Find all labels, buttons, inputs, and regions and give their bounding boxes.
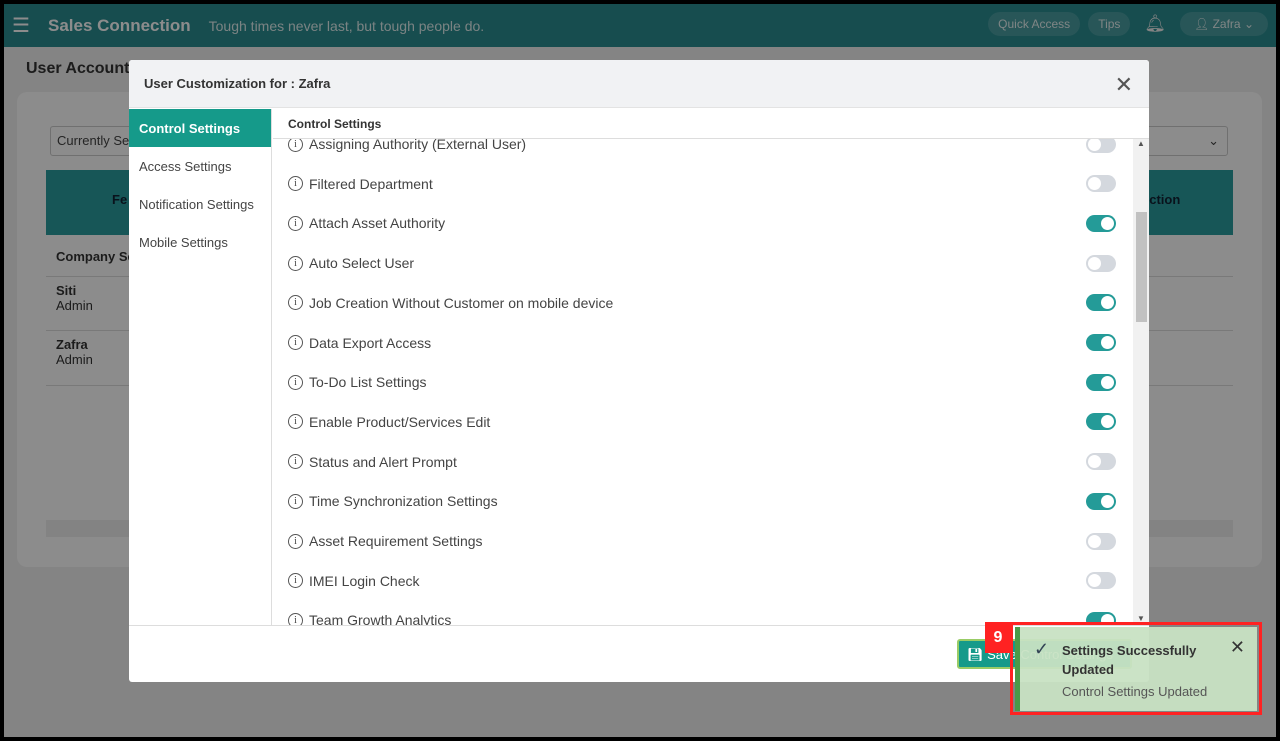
setting-toggle[interactable] xyxy=(1086,532,1116,550)
setting-label: To-Do List Settings xyxy=(309,374,427,391)
app-window: ☰ Sales Connection Tough times never las… xyxy=(4,4,1276,737)
scroll-thumb[interactable] xyxy=(1136,212,1147,322)
setting-toggle[interactable] xyxy=(1086,334,1116,351)
modal-title: User Customization for : Zafra xyxy=(129,60,1149,108)
setting-label: Job Creation Without Customer on mobile … xyxy=(309,294,614,311)
setting-row: i Filtered Department xyxy=(288,169,1118,199)
tab-mobile-settings[interactable]: Mobile Settings xyxy=(129,223,271,261)
vertical-scrollbar[interactable]: ▲ ▼ xyxy=(1133,139,1149,625)
setting-toggle[interactable] xyxy=(1086,373,1116,391)
setting-toggle[interactable] xyxy=(1086,572,1116,590)
user-customization-modal: User Customization for : Zafra ✕ Control… xyxy=(129,60,1149,682)
setting-label: Assigning Authority (External User) xyxy=(309,139,527,152)
tab-control-settings[interactable]: Control Settings xyxy=(129,109,271,147)
setting-toggle[interactable] xyxy=(1086,453,1116,471)
setting-label: Data Export Access xyxy=(309,334,432,351)
setting-toggle[interactable] xyxy=(1086,492,1116,510)
settings-list: i Assigning Authority (External User) i Fil… xyxy=(273,139,1133,625)
setting-toggle[interactable] xyxy=(1086,175,1116,193)
info-icon[interactable]: i xyxy=(288,176,303,192)
setting-row: i To-Do List Settings xyxy=(288,367,1118,397)
info-icon[interactable]: i xyxy=(288,295,303,311)
info-icon[interactable]: i xyxy=(288,612,303,625)
setting-label: Team Growth Analytics xyxy=(309,612,452,625)
tab-notification-settings[interactable]: Notification Settings xyxy=(129,185,271,223)
info-icon[interactable]: i xyxy=(288,414,303,430)
section-title: Control Settings xyxy=(273,109,1149,139)
annotation-badge: 9 xyxy=(985,622,1011,653)
info-icon[interactable]: i xyxy=(288,335,303,350)
setting-label: Asset Requirement Settings xyxy=(309,533,483,549)
info-icon[interactable]: i xyxy=(288,139,303,152)
info-icon[interactable]: i xyxy=(288,533,303,549)
annotation-highlight xyxy=(1010,622,1262,715)
setting-label: IMEI Login Check xyxy=(309,572,420,589)
info-icon[interactable]: i xyxy=(288,573,303,589)
info-icon[interactable]: i xyxy=(288,215,303,231)
info-icon[interactable]: i xyxy=(288,374,303,390)
setting-label: Time Synchronization Settings xyxy=(309,493,498,510)
settings-sidebar: Control Settings Access Settings Notific… xyxy=(129,109,272,625)
setting-label: Auto Select User xyxy=(309,255,415,272)
setting-row: i Assigning Authority (External User) xyxy=(288,139,1118,159)
close-icon[interactable]: ✕ xyxy=(1115,72,1133,98)
setting-row: i Asset Requirement Settings xyxy=(288,526,1118,556)
scroll-up-icon[interactable]: ▲ xyxy=(1133,139,1149,148)
setting-row: i Attach Asset Authority xyxy=(288,208,1118,238)
info-icon[interactable]: i xyxy=(288,493,303,509)
info-icon[interactable]: i xyxy=(288,255,303,271)
setting-row: i Time Synchronization Settings xyxy=(288,486,1118,516)
setting-row: i Status and Alert Prompt xyxy=(288,447,1118,477)
setting-row: i Enable Product/Services Edit xyxy=(288,407,1118,437)
info-icon[interactable]: i xyxy=(288,454,303,470)
setting-toggle[interactable] xyxy=(1086,254,1116,272)
setting-toggle[interactable] xyxy=(1086,294,1116,312)
setting-label: Status and Alert Prompt xyxy=(309,453,457,470)
setting-label: Filtered Department xyxy=(309,175,433,192)
setting-toggle[interactable] xyxy=(1086,214,1116,232)
setting-row: i Job Creation Without Customer on mobile… xyxy=(288,288,1118,318)
setting-row: i Data Export Access xyxy=(288,328,1118,358)
setting-toggle[interactable] xyxy=(1086,139,1116,153)
save-icon: 💾︎ xyxy=(967,647,984,662)
setting-row: i IMEI Login Check xyxy=(288,566,1118,596)
tab-access-settings[interactable]: Access Settings xyxy=(129,147,271,185)
setting-label: Attach Asset Authority xyxy=(309,215,446,232)
setting-toggle[interactable] xyxy=(1086,413,1116,431)
setting-row: i Auto Select User xyxy=(288,248,1118,278)
setting-label: Enable Product/Services Edit xyxy=(309,413,491,430)
